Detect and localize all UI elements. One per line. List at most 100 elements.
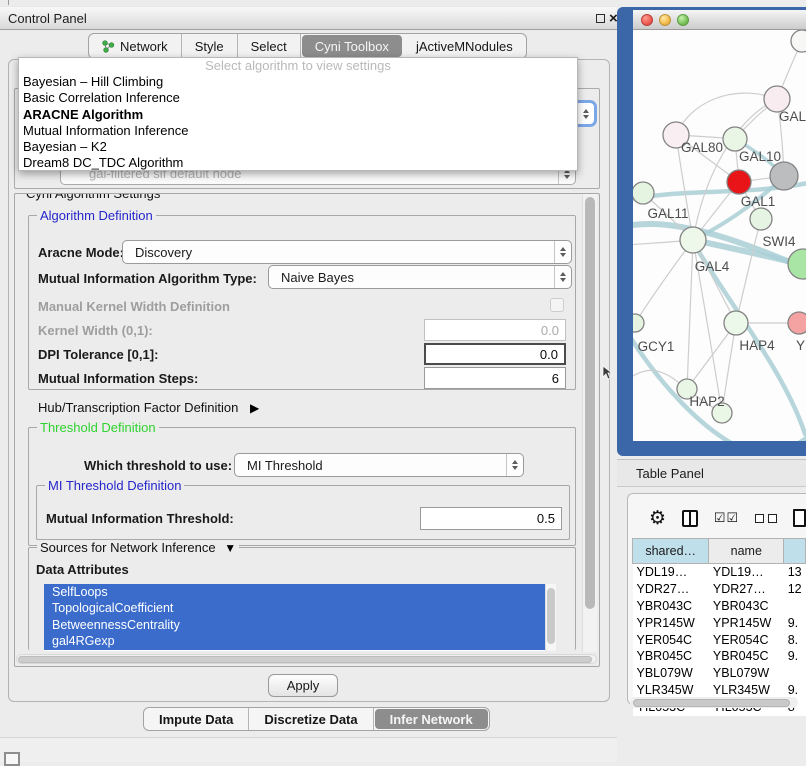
network-node[interactable] [788, 312, 806, 334]
deselect-all-icon[interactable] [755, 514, 777, 523]
network-window-titlebar[interactable] [633, 10, 806, 30]
float-window-icon[interactable] [596, 14, 605, 23]
algorithm-option-aracne-algorithm[interactable]: ARACNE Algorithm [19, 107, 577, 123]
screen: { "icons": { "close": "×", "hub_arrow": … [0, 0, 806, 762]
node-label-hap4: HAP4 [739, 338, 775, 353]
sources-group-title[interactable]: Sources for Network Inference ▼ [37, 540, 239, 555]
table-row[interactable]: YDR27…YDR27…12 [633, 580, 806, 597]
manual-kernel-checkbox[interactable] [550, 298, 564, 312]
tab-select[interactable]: Select [238, 34, 301, 58]
attribute-item-topologicalcoefficient[interactable]: TopologicalCoefficient [44, 600, 556, 616]
tab-network[interactable]: Network [89, 34, 182, 58]
settings-hscrollbar-thumb[interactable] [18, 656, 592, 663]
split-columns-icon[interactable] [682, 510, 698, 527]
network-node[interactable] [791, 30, 806, 52]
network-edge[interactable] [691, 434, 806, 441]
table-panel-toolbar: ⚙ ☑☑ [633, 503, 806, 533]
dpi-tolerance-field[interactable]: 0.0 [424, 343, 566, 365]
attribute-item-selfloops[interactable]: SelfLoops [44, 584, 556, 600]
which-threshold-combo[interactable]: MI Threshold [234, 453, 524, 477]
algorithm-option-mutual-information-inference[interactable]: Mutual Information Inference [19, 123, 577, 139]
tab-select-label: Select [251, 39, 287, 54]
kernel-width-label: Kernel Width (0,1): [38, 323, 153, 338]
network-node[interactable] [788, 249, 806, 279]
mi-type-label: Mutual Information Algorithm Type: [38, 271, 257, 286]
minimized-panel-icon[interactable] [4, 752, 20, 766]
node-label-gal: GAL [779, 109, 806, 124]
mi-type-combo[interactable]: Naive Bayes [268, 265, 572, 289]
algorithm-definition-title: Algorithm Definition [37, 208, 156, 223]
table-row[interactable]: YER054CYER054C8. [633, 631, 806, 648]
tab-cyni-toolbox[interactable]: Cyni Toolbox [302, 35, 402, 57]
table-row[interactable]: YPR145WYPR145W9. [633, 614, 806, 631]
network-node[interactable] [770, 162, 798, 190]
table-hscrollbar-thumb[interactable] [633, 699, 790, 707]
column-header-shared-[interactable]: shared… [633, 539, 709, 564]
manual-kernel-label: Manual Kernel Width Definition [38, 299, 230, 314]
minimize-traffic-light-icon[interactable] [659, 14, 671, 26]
network-view-canvas[interactable]: GALGAL80GAL10GAL1GAL11SWI4GAL4GCY1HAP4YH… [633, 30, 806, 441]
which-threshold-value: MI Threshold [235, 458, 323, 473]
bottom-tab-infer-network[interactable]: Infer Network [375, 709, 488, 729]
control-panel-title: Control Panel [8, 11, 87, 26]
table-cell: YER054C [633, 631, 709, 648]
algorithm-option-basic-correlation-inference[interactable]: Basic Correlation Inference [19, 90, 577, 106]
bottom-tab-discretize-data-label: Discretize Data [264, 712, 357, 727]
select-all-icon[interactable]: ☑☑ [714, 510, 739, 526]
bottom-tab-discretize-data[interactable]: Discretize Data [249, 708, 373, 730]
network-node[interactable] [680, 227, 706, 253]
network-graph: GALGAL80GAL10GAL1GAL11SWI4GAL4GCY1HAP4YH… [633, 30, 806, 441]
zoom-traffic-light-icon[interactable] [677, 14, 689, 26]
settings-vscrollbar-thumb[interactable] [585, 197, 595, 609]
node-label-hap2: HAP2 [689, 394, 724, 409]
tab-jactivemnodules[interactable]: jActiveMNodules [403, 34, 526, 58]
attributes-vscrollbar[interactable] [545, 584, 556, 651]
network-edge[interactable] [687, 240, 693, 389]
network-node[interactable] [633, 314, 644, 332]
data-attributes-list[interactable]: SelfLoopsTopologicalCoefficientBetweenne… [44, 584, 556, 651]
column-header-2[interactable] [784, 539, 806, 564]
attribute-item-gal4rgexp[interactable]: gal4RGexp [44, 633, 556, 649]
tab-network-label: Network [120, 39, 168, 54]
mi-steps-field[interactable]: 6 [424, 367, 566, 389]
algorithm-option-bayesian-hill-climbing[interactable]: Bayesian – Hill Climbing [19, 74, 577, 90]
network-edge[interactable] [676, 93, 777, 135]
column-header-name[interactable]: name [709, 539, 784, 564]
tab-cyni-toolbox-label: Cyni Toolbox [315, 39, 389, 54]
network-node[interactable] [750, 208, 772, 230]
mi-threshold-field[interactable]: 0.5 [420, 507, 562, 530]
table-row[interactable]: YBR043CYBR043C [633, 597, 806, 614]
table-cell: YDR27… [709, 580, 784, 597]
close-traffic-light-icon[interactable] [641, 14, 653, 26]
mi-steps-value: 6 [552, 371, 559, 386]
attribute-item-betweennesscentrality[interactable]: BetweennessCentrality [44, 617, 556, 633]
gear-icon[interactable]: ⚙ [649, 509, 666, 528]
node-table[interactable]: shared…name YDL19…YDL19…13YDR27…YDR27…12… [632, 538, 806, 716]
tab-style[interactable]: Style [182, 34, 238, 58]
hub-definition-toggle[interactable]: Hub/Transcription Factor Definition ▶ [38, 400, 259, 415]
table-row[interactable]: YBL079WYBL079W [633, 665, 806, 682]
algorithm-option-bayesian-k2[interactable]: Bayesian – K2 [19, 139, 577, 155]
settings-hscrollbar[interactable] [16, 654, 597, 664]
chevron-down-icon: ▼ [224, 541, 236, 555]
table-row[interactable]: YBR045CYBR045C9. [633, 648, 806, 665]
network-node[interactable] [723, 127, 747, 151]
bottom-tab-impute-data[interactable]: Impute Data [144, 708, 249, 730]
network-edge[interactable] [693, 240, 736, 323]
network-node[interactable] [727, 170, 751, 194]
algorithm-option-dream8-dc-tdc-algorithm[interactable]: Dream8 DC_TDC Algorithm [19, 155, 577, 171]
kernel-width-field[interactable]: 0.0 [424, 319, 566, 341]
table-cell: YBL079W [633, 665, 709, 682]
settings-vscrollbar[interactable] [582, 194, 597, 652]
network-edge[interactable] [736, 219, 761, 323]
table-cell: YBR043C [709, 597, 784, 614]
table-row[interactable]: YDL19…YDL19…13 [633, 564, 806, 581]
attributes-vscrollbar-thumb[interactable] [547, 588, 555, 644]
file-icon[interactable] [793, 509, 806, 527]
network-edge[interactable] [635, 240, 693, 323]
table-panel-titlebar: Table Panel [617, 459, 806, 487]
aracne-mode-combo[interactable]: Discovery [122, 240, 572, 264]
apply-button[interactable]: Apply [268, 674, 338, 697]
network-node[interactable] [724, 311, 748, 335]
network-node[interactable] [633, 182, 654, 204]
